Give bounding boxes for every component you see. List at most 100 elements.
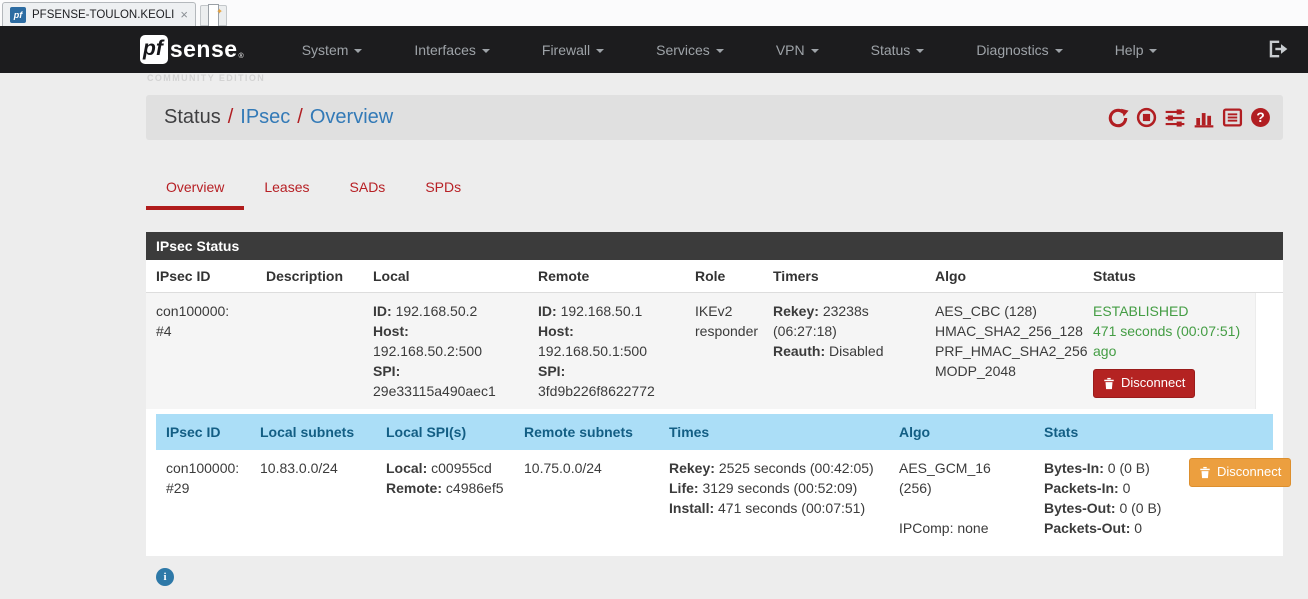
reauth-value: Disabled <box>829 343 884 359</box>
breadcrumb-link-overview[interactable]: Overview <box>310 106 393 128</box>
col-ipsec-id: IPsec ID <box>146 260 256 293</box>
pfsense-logo[interactable]: pf sense ® <box>140 35 244 64</box>
menu-firewall[interactable]: Firewall <box>516 42 630 58</box>
menu-help[interactable]: Help <box>1089 42 1184 58</box>
menu-label: VPN <box>775 41 805 58</box>
child-cell-local-spis: Local: c00955cd Remote: c4986ef5 <box>376 450 514 546</box>
header-action-icons: ? <box>1107 107 1271 129</box>
child-cell-algo: AES_GCM_16 (256) IPComp: none <box>889 450 1034 546</box>
cell-role: IKEv2 responder <box>685 292 763 409</box>
status-established: ESTABLISHED <box>1093 303 1189 319</box>
local-host: 192.168.50.2:500 <box>373 343 482 359</box>
child-col-local-spis: Local SPI(s) <box>376 414 514 450</box>
ipsec-status-panel: IPsec Status IPsec ID Description Local … <box>146 232 1292 556</box>
packets-out: 0 <box>1134 520 1143 536</box>
child-cell-times: Rekey: 2525 seconds (00:42:05) Life: 312… <box>659 450 889 546</box>
child-col-algo: Algo <box>889 414 1034 450</box>
remote-host-label: Host: <box>538 323 574 339</box>
child-col-remote-subnets: Remote subnets <box>514 414 659 450</box>
child-algo-ipcomp: IPComp: none <box>899 520 989 536</box>
info-icon[interactable]: i <box>156 568 174 586</box>
disconnect-label: Disconnect <box>1217 464 1282 479</box>
col-timers: Timers <box>763 260 925 293</box>
disconnect-button[interactable]: Disconnect <box>1093 369 1196 398</box>
menu-label: Firewall <box>541 41 591 58</box>
menu-label: Help <box>1114 41 1144 58</box>
breadcrumb-separator: / <box>297 106 303 128</box>
bytes-in: 0 (0 B) <box>1107 460 1150 476</box>
menu-vpn[interactable]: VPN <box>750 42 845 58</box>
cell-ipsec-id: con100000: #4 <box>146 292 256 409</box>
cell-timers: Rekey: 23238s (06:27:18) Reauth: Disable… <box>763 292 925 409</box>
local-spi-label: SPI: <box>373 363 401 379</box>
menu-diagnostics[interactable]: Diagnostics <box>950 42 1088 58</box>
table-header-row: IPsec ID Description Local Remote Role T… <box>146 260 1283 293</box>
child-cell-actions: Disconnect <box>1179 450 1292 546</box>
browser-tab[interactable]: pf PFSENSE-TOULON.KEOLIS.... × <box>2 2 196 26</box>
remote-spi: 3fd9b226f8622772 <box>538 383 655 399</box>
child-sa-table: IPsec ID Local subnets Local SPI(s) Remo… <box>156 414 1292 546</box>
stop-icon[interactable] <box>1136 107 1157 128</box>
pfsense-logo-sense: sense <box>169 36 238 62</box>
local-id: 192.168.50.2 <box>395 303 478 319</box>
spi-local-label: Local: <box>386 460 428 476</box>
remote-host: 192.168.50.1:500 <box>538 343 647 359</box>
child-disconnect-button[interactable]: Disconnect <box>1189 458 1292 487</box>
refresh-icon[interactable] <box>1107 107 1129 129</box>
packets-in-label: Packets-In: <box>1044 480 1119 496</box>
browser-tab-strip: pf PFSENSE-TOULON.KEOLIS.... × ✦ <box>0 0 1308 28</box>
child-col-stats: Stats <box>1034 414 1179 450</box>
local-host-label: Host: <box>373 323 409 339</box>
new-tab-star-icon: ✦ <box>216 7 223 16</box>
browser-tab-title: PFSENSE-TOULON.KEOLIS.... <box>32 8 175 21</box>
child-table-row: con100000: #29 10.83.0.0/24 Local: c0095… <box>156 450 1292 546</box>
reauth-label: Reauth: <box>773 343 826 359</box>
log-icon[interactable] <box>1222 107 1243 128</box>
col-local: Local <box>363 260 528 293</box>
breadcrumb-separator: / <box>227 106 234 128</box>
new-tab-button[interactable]: ✦ <box>200 3 227 28</box>
navbar-menus: System Interfaces Firewall Services VPN … <box>276 42 1184 58</box>
trash-icon <box>1104 377 1114 389</box>
child-algo-encryption: AES_GCM_16 (256) <box>899 460 991 496</box>
caret-down-icon <box>481 48 490 53</box>
caret-down-icon <box>916 48 925 53</box>
bar-chart-icon[interactable] <box>1193 107 1215 129</box>
child-cell-local-subnets: 10.83.0.0/24 <box>250 450 376 546</box>
bytes-out-label: Bytes-Out: <box>1044 500 1116 516</box>
tab-leases[interactable]: Leases <box>244 168 329 210</box>
sign-out-icon[interactable] <box>1266 38 1288 63</box>
col-spacer <box>1255 260 1283 293</box>
pfsense-favicon: pf <box>10 6 26 23</box>
page-tabs: Overview Leases SADs SPDs <box>146 168 1283 210</box>
spi-remote: c4986ef5 <box>445 480 504 496</box>
tab-close-icon[interactable]: × <box>180 8 188 21</box>
bytes-in-label: Bytes-In: <box>1044 460 1104 476</box>
child-col-times: Times <box>659 414 889 450</box>
tab-spds[interactable]: SPDs <box>405 168 481 210</box>
panel-title: IPsec Status <box>146 232 1283 260</box>
menu-interfaces[interactable]: Interfaces <box>388 42 515 58</box>
local-id-label: ID: <box>373 303 392 319</box>
menu-system[interactable]: System <box>276 42 389 58</box>
child-col-local-subnets: Local subnets <box>250 414 376 450</box>
tab-overview[interactable]: Overview <box>146 168 245 210</box>
child-life-label: Life: <box>669 480 699 496</box>
sliders-icon[interactable] <box>1164 107 1186 129</box>
caret-down-icon <box>596 48 605 53</box>
algo-prf: PRF_HMAC_SHA2_256 <box>935 343 1088 359</box>
page-body: Status / IPsec / Overview ? Overview Lea… <box>0 73 1308 599</box>
spi-local: c00955cd <box>431 460 492 476</box>
breadcrumb-link-ipsec[interactable]: IPsec <box>240 106 290 128</box>
col-status: Status <box>1083 260 1255 293</box>
menu-label: Status <box>870 41 911 58</box>
breadcrumb-bar: Status / IPsec / Overview ? <box>146 95 1283 140</box>
tab-sads[interactable]: SADs <box>330 168 406 210</box>
menu-label: Interfaces <box>414 41 476 58</box>
menu-status[interactable]: Status <box>845 42 951 58</box>
caret-down-icon <box>1149 48 1158 53</box>
help-icon[interactable]: ? <box>1250 107 1271 128</box>
menu-services[interactable]: Services <box>630 42 750 58</box>
status-uptime: 471 seconds (00:07:51) ago <box>1093 323 1241 359</box>
child-rekey: 2525 seconds (00:42:05) <box>718 460 874 476</box>
